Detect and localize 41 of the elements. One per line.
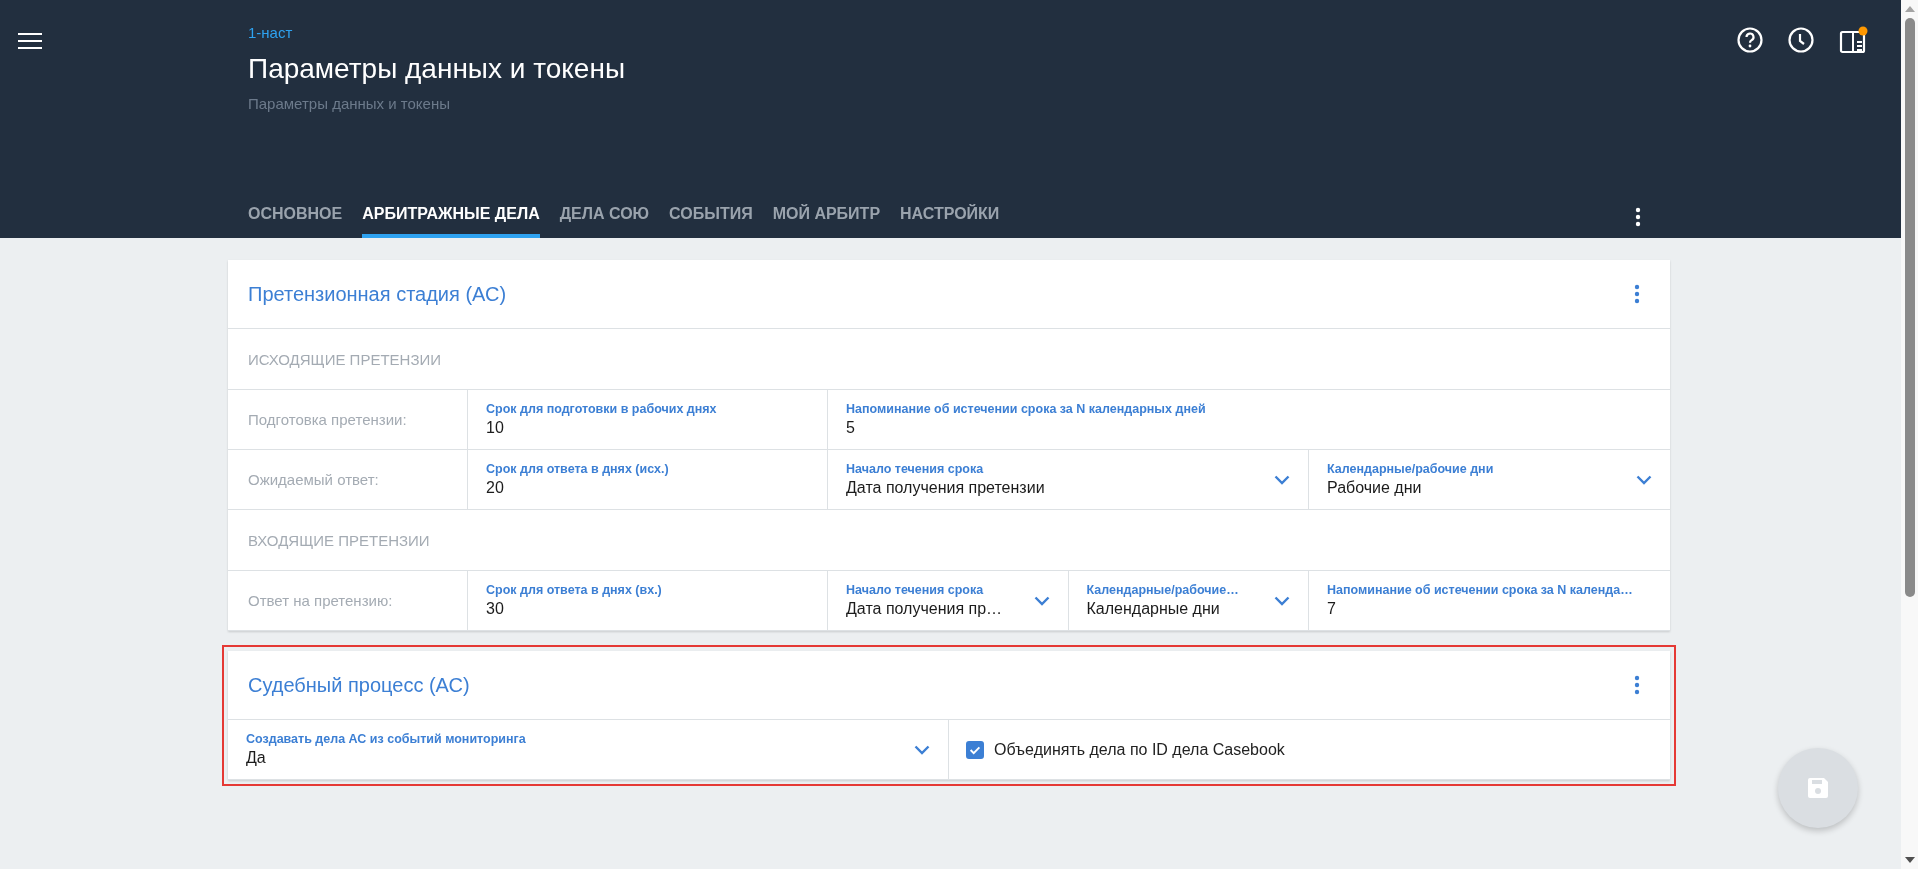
- card-title: Судебный процесс (АС): [248, 673, 470, 697]
- row-label: Подготовка претензии:: [248, 411, 407, 428]
- checkbox-label: Объединять дела по ID дела Casebook: [994, 740, 1285, 759]
- page-subtitle: Параметры данных и токены: [248, 95, 451, 112]
- chevron-down-icon: [1274, 595, 1290, 606]
- chevron-down-icon: [914, 744, 930, 755]
- input-field[interactable]: Срок для ответа в днях (исх.) 20: [468, 450, 827, 509]
- page-title: Параметры данных и токены: [248, 53, 626, 85]
- panel-icon[interactable]: [1839, 26, 1869, 54]
- dropdown-field[interactable]: Начало течения срока Дата получения пр…: [828, 571, 1068, 630]
- more-icon[interactable]: [1635, 207, 1641, 227]
- dropdown-field[interactable]: Начало течения срока Дата получения претензии: [828, 450, 1308, 509]
- chevron-down-icon: [1274, 474, 1290, 485]
- dropdown-field[interactable]: Создавать дела АС из событий мониторинга Да: [228, 720, 948, 779]
- scroll-down-icon[interactable]: [1904, 857, 1915, 863]
- input-field[interactable]: Напоминание об истечении срока за N календарных дней 5: [828, 390, 1670, 449]
- tab[interactable]: АРБИТРАЖНЫЕ ДЕЛА: [362, 196, 540, 238]
- help-icon[interactable]: [1737, 27, 1763, 53]
- breadcrumb-link[interactable]: 1-наст: [248, 24, 1901, 41]
- save-icon: [1806, 776, 1830, 800]
- tab[interactable]: НАСТРОЙКИ: [900, 196, 1000, 238]
- chevron-down-icon: [1636, 474, 1652, 485]
- section-heading: ИСХОДЯЩИЕ ПРЕТЕНЗИИ: [248, 350, 442, 368]
- input-field[interactable]: Срок для ответа в днях (вх.) 30: [468, 571, 827, 630]
- menu-icon[interactable]: [18, 32, 42, 50]
- card-title: Претензионная стадия (АС): [248, 282, 507, 306]
- row-label: Ожидаемый ответ:: [248, 471, 379, 488]
- scrollbar[interactable]: [1901, 0, 1918, 869]
- input-field[interactable]: Срок для подготовки в рабочих днях 10: [468, 390, 827, 449]
- row-label: Ответ на претензию:: [248, 592, 393, 609]
- dropdown-field[interactable]: Календарные/рабочие дни Рабочие дни: [1309, 450, 1670, 509]
- tab[interactable]: МОЙ АРБИТР: [772, 196, 881, 238]
- clock-icon[interactable]: [1788, 27, 1814, 53]
- dropdown-field[interactable]: Календарные/рабочие… Календарные дни: [1068, 571, 1308, 630]
- tab[interactable]: СОБЫТИЯ: [669, 196, 753, 238]
- checkbox[interactable]: [966, 740, 984, 759]
- tab[interactable]: ДЕЛА СОЮ: [559, 196, 650, 238]
- tab[interactable]: ОСНОВНОЕ: [248, 196, 343, 238]
- input-field[interactable]: Напоминание об истечении срока за N календа… 7: [1309, 571, 1670, 630]
- chevron-down-icon: [1033, 595, 1050, 606]
- section-heading: ВХОДЯЩИЕ ПРЕТЕНЗИИ: [248, 531, 430, 549]
